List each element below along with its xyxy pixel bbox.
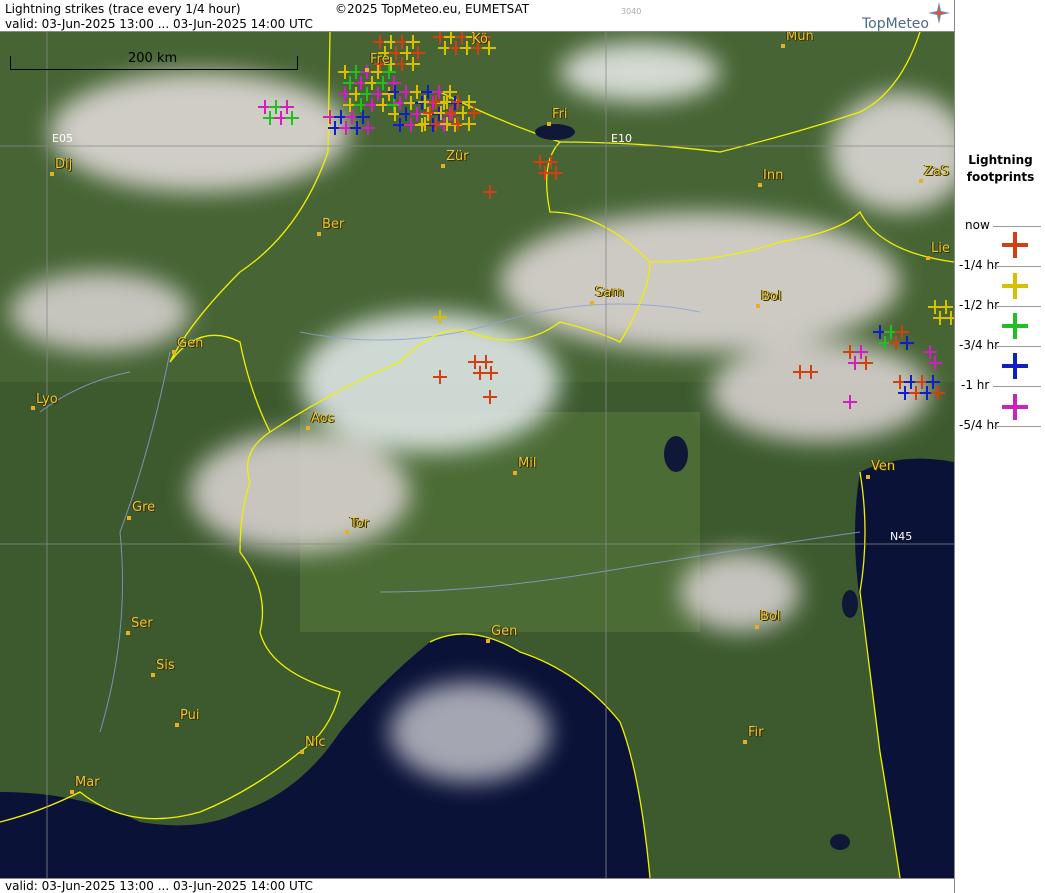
map-title: Lightning strikes (trace every 1/4 hour) — [5, 2, 241, 16]
legend-cross-icon — [1002, 394, 1028, 420]
legend-cross-icon — [1002, 353, 1028, 379]
image-code: 3040 — [621, 7, 642, 16]
lightning-strike-icon — [433, 310, 447, 324]
legend-cross-icon — [1002, 313, 1028, 339]
legend-panel: Lightning footprints now -1/4 hr -1/2 hr… — [954, 0, 1045, 893]
scale-bar-label: 200 km — [128, 51, 178, 66]
footer-valid-time: valid: 03-Jun-2025 13:00 ... 03-Jun-2025… — [5, 879, 313, 893]
legend-cross-icon — [1002, 232, 1028, 258]
grid-label-n45: N45 — [890, 530, 913, 543]
legend-cross-icon — [1002, 273, 1028, 299]
lightning-strike-icon — [483, 390, 497, 404]
grid-label-e10: E10 — [611, 132, 632, 145]
legend-markers — [1002, 232, 1028, 420]
copyright-text: ©2025 TopMeteo.eu, EUMETSAT — [335, 2, 530, 16]
valid-time: valid: 03-Jun-2025 13:00 ... 03-Jun-2025… — [5, 17, 313, 31]
topmeteo-logo-icon[interactable] — [928, 2, 950, 24]
lightning-strike-icon — [804, 365, 818, 379]
satellite-map: 200 km E05 E10 N45 Mun Dij Zür Fri Fre I… — [0, 32, 954, 878]
lightning-strike-layer — [258, 32, 954, 409]
topmeteo-logo-text[interactable]: TopMeteo — [862, 16, 929, 32]
lightning-strike-icon — [483, 185, 497, 199]
lightning-strike-icon — [843, 395, 857, 409]
grid-label-e05: E05 — [52, 132, 73, 145]
lightning-strike-icon — [433, 370, 447, 384]
footer-bar: valid: 03-Jun-2025 13:00 ... 03-Jun-2025… — [0, 878, 954, 893]
header-bar: Lightning strikes (trace every 1/4 hour)… — [0, 0, 954, 32]
